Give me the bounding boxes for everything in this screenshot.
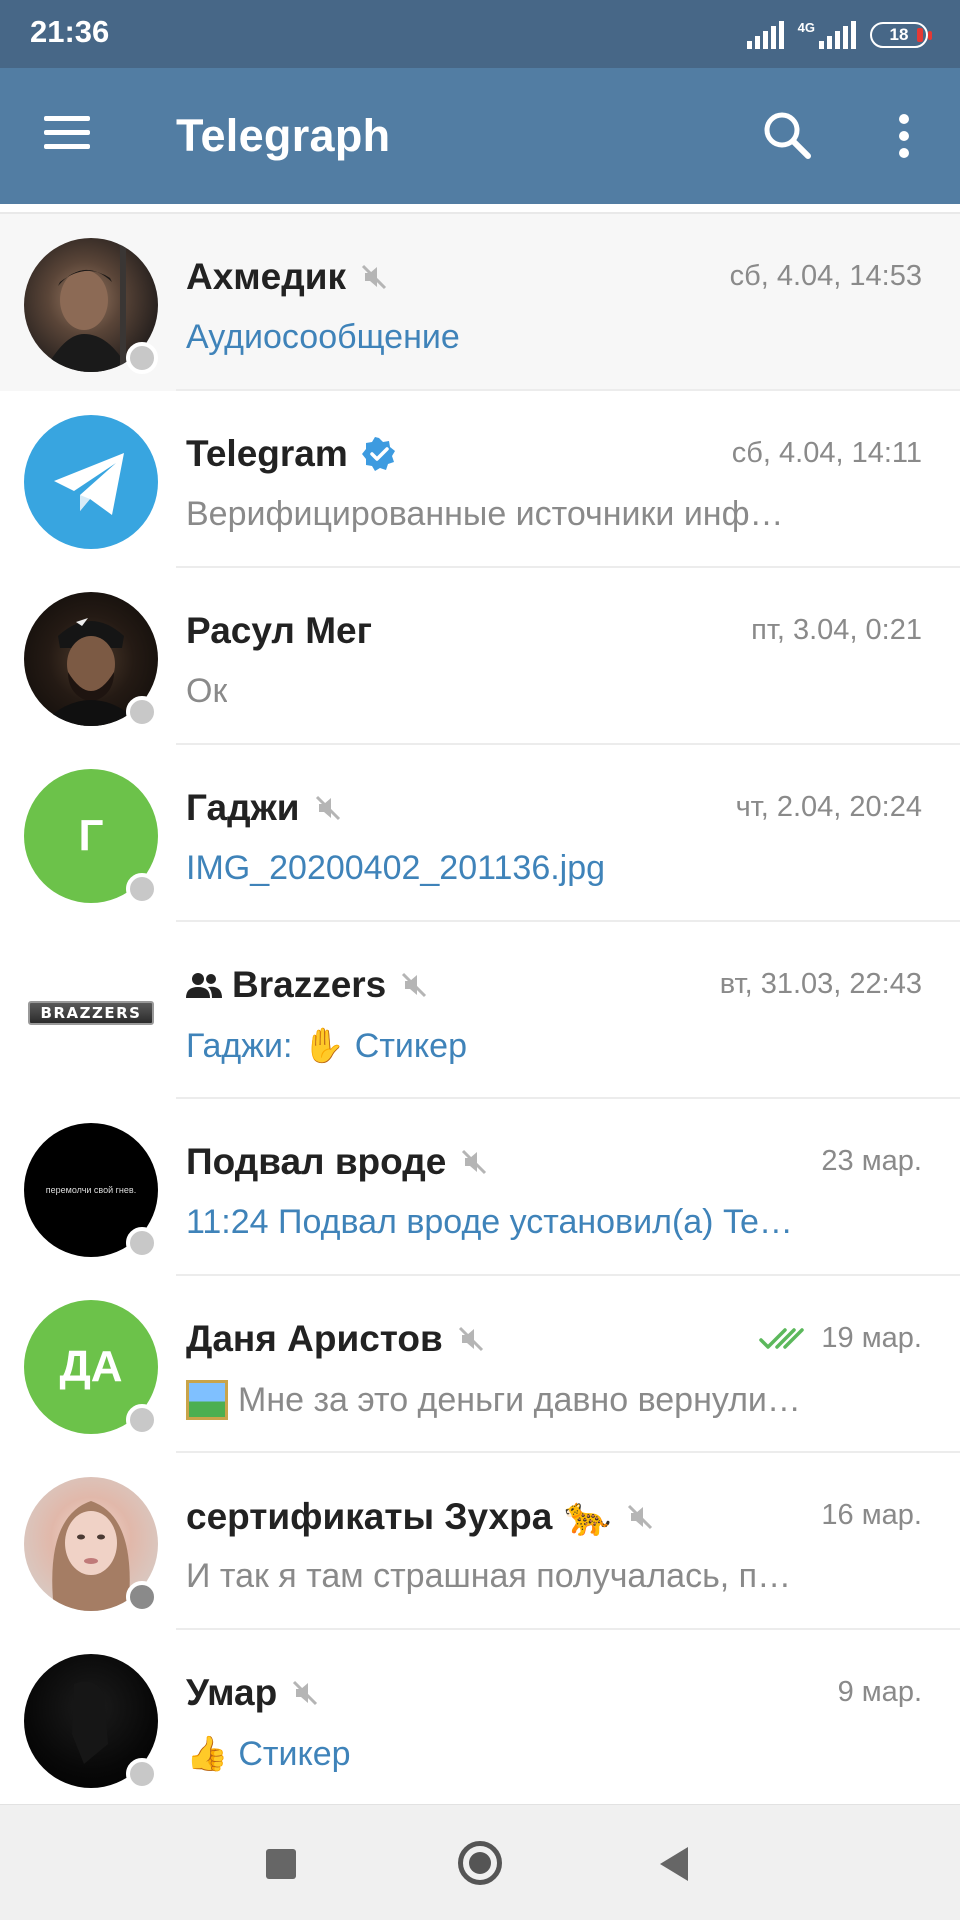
brazzers-logo: BRAZZERS xyxy=(28,1001,154,1025)
avatar-caption: перемолчи свой гнев. xyxy=(45,1185,137,1195)
muted-icon xyxy=(361,264,387,290)
double-check-icon xyxy=(759,1327,805,1349)
muted-icon xyxy=(293,1680,318,1706)
signal-icon xyxy=(746,21,784,49)
chat-preview: IMG_20200402_201136.jpg xyxy=(186,849,606,887)
online-status-dot xyxy=(126,696,158,728)
chat-time: 23 мар. xyxy=(821,1145,922,1177)
chat-row-umar[interactable]: Умар 9 мар. 👍 Стикер xyxy=(0,1630,960,1804)
chat-time: 9 мар. xyxy=(837,1676,922,1708)
avatar: BRAZZERS xyxy=(24,946,158,1080)
online-status-dot xyxy=(126,1758,158,1790)
online-status-dot xyxy=(126,873,158,905)
online-status-dot xyxy=(126,342,158,374)
app-bar: Telegraph xyxy=(0,68,960,204)
chat-preview: Ок xyxy=(186,672,228,710)
chat-name: Расул Мег xyxy=(186,610,373,651)
back-triangle-icon[interactable] xyxy=(660,1847,688,1881)
chat-name: сертификаты Зухра 🐆 xyxy=(186,1495,654,1539)
chat-time: чт, 2.04, 20:24 xyxy=(735,791,922,823)
chat-time: сб, 4.04, 14:11 xyxy=(731,437,922,469)
muted-icon xyxy=(627,1504,652,1530)
status-bar: 21:36 4G 18 xyxy=(0,0,960,68)
chat-row-telegram[interactable]: Telegram сб, 4.04, 14:11 Верифицированны… xyxy=(0,391,960,568)
thumbs-up-emoji-icon: 👍 xyxy=(186,1735,229,1773)
chat-name: Даня Аристов xyxy=(186,1318,485,1360)
chat-preview: 11:24 Подвал вроде установил(а) Te… xyxy=(186,1203,793,1241)
app-title: Telegraph xyxy=(176,110,391,161)
chat-time: сб, 4.04, 14:53 xyxy=(729,260,922,292)
signal-icon-2 xyxy=(819,21,856,49)
online-status-dot xyxy=(126,1227,158,1259)
chat-list: Ахмедик сб, 4.04, 14:53 Аудиосообщение T… xyxy=(0,204,960,1804)
photo-thumbnail-icon xyxy=(186,1380,228,1420)
home-circle-icon[interactable] xyxy=(458,1841,502,1885)
hamburger-menu-icon[interactable] xyxy=(44,116,90,150)
chat-preview: 👍 Стикер xyxy=(186,1734,351,1774)
chat-name: Ахмедик xyxy=(186,256,388,298)
chat-name: Гаджи xyxy=(186,787,342,829)
muted-icon xyxy=(458,1326,483,1352)
verified-icon xyxy=(361,437,395,471)
chat-row-podval-vrode[interactable]: перемолчи свой гнев. Подвал вроде 23 мар… xyxy=(0,1099,960,1276)
battery-level: 18 xyxy=(889,25,909,44)
chat-time: 19 мар. xyxy=(759,1322,922,1355)
chat-name: Подвал вроде xyxy=(186,1141,488,1183)
more-vert-icon[interactable] xyxy=(884,114,924,158)
chat-preview: Верифицированные источники инф… xyxy=(186,495,784,533)
chat-row-rasul-meg[interactable]: Расул Мег пт, 3.04, 0:21 Ок xyxy=(0,568,960,745)
status-time: 21:36 xyxy=(30,14,110,49)
group-icon xyxy=(186,973,222,998)
recents-square-icon[interactable] xyxy=(266,1849,296,1879)
chat-preview: Аудиосообщение xyxy=(186,318,460,356)
muted-icon xyxy=(462,1149,487,1175)
muted-icon xyxy=(315,795,340,821)
chat-row-gadzhi[interactable]: Г Гаджи чт, 2.04, 20:24 IMG_20200402_201… xyxy=(0,745,960,922)
chat-name: Умар xyxy=(186,1672,319,1714)
online-status-dot xyxy=(126,1404,158,1436)
system-nav-bar xyxy=(0,1804,960,1920)
telegram-plane-icon xyxy=(54,453,124,515)
chat-time: пт, 3.04, 0:21 xyxy=(751,614,922,646)
chat-name: Brazzers xyxy=(186,964,428,1006)
network-type-label: 4G xyxy=(797,19,815,35)
avatar xyxy=(24,415,158,549)
muted-icon xyxy=(402,972,427,998)
battery-icon: 18 xyxy=(870,22,932,48)
avatar-initials: ДА xyxy=(59,1342,123,1391)
online-status-dot xyxy=(126,1581,158,1613)
search-icon[interactable] xyxy=(760,108,814,162)
hand-emoji-icon: ✋ xyxy=(302,1027,345,1065)
preview-sender: Гаджи: xyxy=(186,1026,293,1065)
chat-preview: Гаджи: ✋ Стикер xyxy=(186,1026,467,1066)
chat-row-akhmedik[interactable]: Ахмедик сб, 4.04, 14:53 Аудиосообщение xyxy=(0,214,960,391)
chat-time: вт, 31.03, 22:43 xyxy=(719,968,922,1000)
avatar-initials: Г xyxy=(78,811,104,860)
chat-preview: И так я там страшная получалась, п… xyxy=(186,1557,792,1595)
status-icons: 4G 18 xyxy=(746,18,932,52)
chat-row-sertifikaty-zukhra[interactable]: сертификаты Зухра 🐆 16 мар. И так я там … xyxy=(0,1453,960,1630)
chat-row-danya-aristov[interactable]: ДА Даня Аристов 19 мар. Мне за это деньг… xyxy=(0,1276,960,1453)
chat-preview: Мне за это деньги давно вернули… xyxy=(186,1380,886,1420)
chat-name: Telegram xyxy=(186,433,396,475)
leopard-emoji-icon: 🐆 xyxy=(564,1496,612,1538)
chat-row-brazzers[interactable]: BRAZZERS Brazzers вт, 31.03, 22:43 Гаджи… xyxy=(0,922,960,1099)
chat-time: 16 мар. xyxy=(821,1499,922,1531)
